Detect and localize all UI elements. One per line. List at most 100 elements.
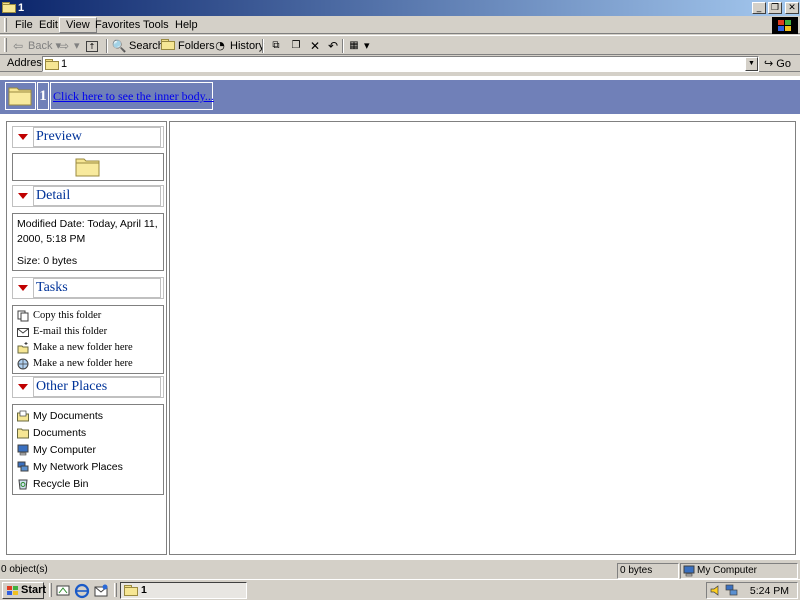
start-button[interactable]: Start xyxy=(2,582,47,599)
history-button[interactable]: ◔ History xyxy=(212,37,264,55)
place-label: Documents xyxy=(33,427,87,439)
network-status-icon[interactable] xyxy=(725,584,738,597)
folder-icon xyxy=(5,82,36,110)
windows-logo-icon xyxy=(772,17,798,34)
back-label: Back xyxy=(28,40,53,52)
preview-box xyxy=(12,153,164,181)
forward-arrow-icon: ⇨ xyxy=(58,39,70,54)
place-label: My Network Places xyxy=(33,461,123,473)
place-documents[interactable]: Documents xyxy=(17,426,86,440)
other-places-box: My Documents Documents My Computer My Ne… xyxy=(12,404,164,495)
banner-folder-name: 1 xyxy=(37,82,49,110)
status-size: 0 bytes xyxy=(617,563,679,579)
place-my-documents[interactable]: My Documents xyxy=(17,409,103,423)
collapse-triangle-icon[interactable] xyxy=(18,134,28,140)
system-tray: 5:24 PM xyxy=(706,582,798,599)
folder-icon xyxy=(75,158,100,177)
folder-view: 1 Click here to see the inner body... Pr… xyxy=(0,76,800,560)
up-button[interactable]: ↑ xyxy=(86,37,100,55)
search-button[interactable]: 🔍 Search xyxy=(111,37,164,55)
go-label: Go xyxy=(776,58,791,70)
toolbar-grip[interactable] xyxy=(4,38,7,52)
task-label: E-mail this folder xyxy=(33,326,108,337)
copy-icon xyxy=(17,310,29,322)
collapse-triangle-icon[interactable] xyxy=(18,193,28,199)
menu-help[interactable]: Help xyxy=(169,17,204,33)
menu-grip[interactable] xyxy=(4,18,7,32)
detail-section-header[interactable]: Detail xyxy=(12,185,164,207)
clock[interactable]: 5:24 PM xyxy=(750,584,789,598)
forward-button[interactable]: ⇨ ▾ xyxy=(56,37,80,55)
back-arrow-icon: ⇦ xyxy=(12,39,24,54)
history-label: History xyxy=(230,40,265,52)
preview-section-header[interactable]: Preview xyxy=(12,126,164,148)
file-list-area[interactable] xyxy=(169,121,796,555)
status-zone-label: My Computer xyxy=(697,565,758,576)
other-places-section-header[interactable]: Other Places xyxy=(12,376,164,398)
web-view-panel: Preview Detail Modified Date: Today, Apr… xyxy=(6,121,167,555)
collapse-triangle-icon[interactable] xyxy=(18,384,28,390)
views-button[interactable]: ▦ ▾ xyxy=(346,37,369,55)
recycle-bin-icon xyxy=(18,479,28,490)
folder-icon xyxy=(124,585,138,600)
show-desktop-icon[interactable] xyxy=(55,583,71,599)
task-email-folder[interactable]: E-mail this folder xyxy=(17,325,107,339)
internet-explorer-icon[interactable] xyxy=(74,583,90,599)
tasks-section-header[interactable]: Tasks xyxy=(12,277,164,299)
delete-button[interactable]: ✕ xyxy=(307,37,325,55)
collapse-triangle-icon[interactable] xyxy=(18,285,28,291)
taskbar-window-label: 1 xyxy=(141,584,147,596)
task-label: Copy this folder xyxy=(33,310,102,321)
undo-button[interactable]: ↶ xyxy=(325,37,343,55)
start-label: Start xyxy=(21,584,47,596)
task-label: Make a new folder here xyxy=(33,342,133,353)
place-my-computer[interactable]: My Computer xyxy=(17,443,96,457)
inner-body-link[interactable]: Click here to see the inner body... xyxy=(50,82,214,110)
other-places-title: Other Places xyxy=(33,377,161,397)
close-button[interactable]: ✕ xyxy=(785,2,799,14)
address-dropdown-button[interactable]: ▼ xyxy=(745,57,758,71)
folder-icon xyxy=(2,2,16,13)
restore-button[interactable]: ❐ xyxy=(768,2,782,14)
status-zone: My Computer xyxy=(680,563,798,579)
status-bar: 0 object(s) 0 bytes My Computer xyxy=(0,563,800,579)
title-bar[interactable]: 1 _ ❐ ✕ xyxy=(0,0,800,16)
my-documents-icon xyxy=(17,410,29,422)
new-folder-icon xyxy=(17,341,29,354)
copy-to-icon: ❐ xyxy=(291,40,301,52)
task-copy-folder[interactable]: Copy this folder xyxy=(17,309,101,323)
copy-to-button[interactable]: ❐ xyxy=(288,37,306,55)
move-to-button[interactable]: ⧉ xyxy=(268,37,286,55)
tasks-title: Tasks xyxy=(33,278,161,298)
address-bar: Address 1 ▼ ↪ Go xyxy=(0,55,800,72)
move-to-icon: ⧉ xyxy=(272,40,280,52)
modified-date: Modified Date: Today, April 11, 2000, 5:… xyxy=(17,218,158,245)
folders-icon xyxy=(160,38,176,54)
taskbar: Start 1 5:24 PM xyxy=(0,579,800,600)
history-icon: ◔ xyxy=(215,39,225,53)
volume-icon[interactable] xyxy=(710,584,723,597)
globe-icon xyxy=(17,358,29,370)
place-my-network-places[interactable]: My Network Places xyxy=(17,460,123,474)
folder-icon xyxy=(17,428,29,439)
task-new-folder-1[interactable]: Make a new folder here xyxy=(17,341,133,355)
task-label: Make a new folder here xyxy=(33,358,133,369)
address-input[interactable]: 1 ▼ xyxy=(42,56,759,72)
network-icon xyxy=(17,461,29,472)
search-icon: 🔍 xyxy=(111,39,127,54)
back-button[interactable]: ⇦ Back ▾ xyxy=(10,37,61,55)
place-recycle-bin[interactable]: Recycle Bin xyxy=(17,477,88,491)
folder-banner: 1 Click here to see the inner body... xyxy=(0,80,800,114)
minimize-button[interactable]: _ xyxy=(752,2,766,14)
computer-icon xyxy=(683,565,695,577)
menu-bar: File Edit View Favorites Tools Help xyxy=(0,16,800,34)
taskbar-window-button[interactable]: 1 xyxy=(120,582,247,599)
go-button[interactable]: ↪ Go xyxy=(764,57,791,71)
views-icon: ▦ xyxy=(349,40,359,52)
folders-button[interactable]: Folders xyxy=(160,37,215,55)
task-new-folder-2[interactable]: Make a new folder here xyxy=(17,357,133,371)
undo-icon: ↶ xyxy=(327,39,339,54)
delete-icon: ✕ xyxy=(309,39,321,54)
outlook-express-icon[interactable] xyxy=(93,583,109,599)
status-object-count: 0 object(s) xyxy=(1,564,48,575)
